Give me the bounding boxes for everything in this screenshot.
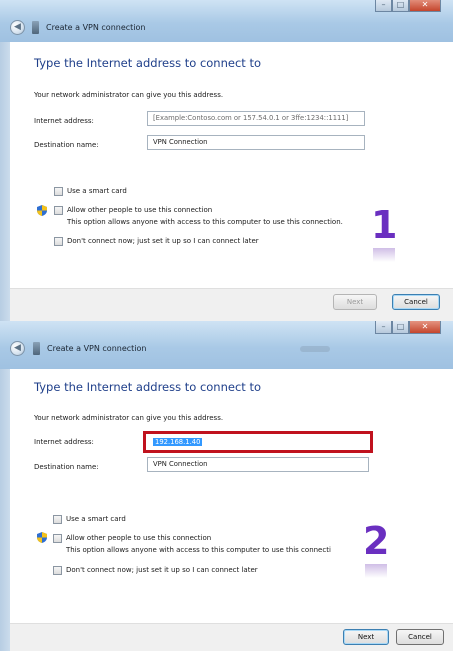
uac-shield-icon <box>37 205 47 216</box>
next-button[interactable]: Next <box>333 294 377 310</box>
step-number-2: 2 <box>363 519 390 563</box>
uac-shield-icon <box>37 532 47 543</box>
internet-address-input[interactable]: 192.168.1.40 <box>147 435 369 449</box>
maximize-button[interactable]: □ <box>392 0 409 12</box>
window-title: Create a VPN connection <box>47 344 147 353</box>
smart-card-label[interactable]: Use a smart card <box>66 515 126 523</box>
destination-name-input[interactable]: VPN Connection <box>147 457 369 472</box>
wizard-content: Type the Internet address to connect to … <box>10 369 453 623</box>
smart-card-label[interactable]: Use a smart card <box>67 187 127 195</box>
page-heading: Type the Internet address to connect to <box>34 56 261 70</box>
cancel-button[interactable]: Cancel <box>396 629 444 645</box>
window-caption-buttons: – □ ✕ <box>375 321 441 334</box>
close-button[interactable]: ✕ <box>409 321 441 334</box>
title-bar: – □ ✕ ◀ Create a VPN connection <box>0 0 453 42</box>
allow-others-label[interactable]: Allow other people to use this connectio… <box>66 534 211 542</box>
back-arrow-icon[interactable]: ◀ <box>10 20 25 35</box>
vpn-wizard-window-step-1: – □ ✕ ◀ Create a VPN connection Type the… <box>0 0 453 321</box>
vpn-wizard-window-step-2: – □ ✕ ◀ Create a VPN connection Type the… <box>0 321 453 651</box>
wizard-footer: Next Cancel <box>10 288 453 321</box>
dont-connect-checkbox[interactable] <box>53 566 62 575</box>
allow-others-description: This option allows anyone with access to… <box>66 546 331 554</box>
smart-card-checkbox[interactable] <box>54 187 63 196</box>
internet-address-label: Internet address: <box>34 438 94 446</box>
internet-address-label: Internet address: <box>34 117 94 125</box>
allow-others-checkbox[interactable] <box>54 206 63 215</box>
minimize-button[interactable]: – <box>375 0 392 12</box>
blurred-search-box <box>300 346 330 352</box>
title-bar: – □ ✕ ◀ Create a VPN connection <box>0 321 453 369</box>
destination-name-input[interactable]: VPN Connection <box>147 135 365 150</box>
vpn-wizard-icon <box>32 21 39 34</box>
next-button[interactable]: Next <box>343 629 389 645</box>
dont-connect-label[interactable]: Don't connect now; just set it up so I c… <box>67 237 259 245</box>
info-text: Your network administrator can give you … <box>34 414 224 422</box>
back-arrow-icon[interactable]: ◀ <box>10 341 25 356</box>
page-heading: Type the Internet address to connect to <box>34 380 261 394</box>
step-number-1: 1 <box>371 203 398 247</box>
window-caption-buttons: – □ ✕ <box>375 0 441 12</box>
info-text: Your network administrator can give you … <box>34 91 224 99</box>
window-title: Create a VPN connection <box>46 23 146 32</box>
internet-address-input[interactable]: [Example:Contoso.com or 157.54.0.1 or 3f… <box>147 111 365 126</box>
minimize-button[interactable]: – <box>375 321 392 334</box>
allow-others-label[interactable]: Allow other people to use this connectio… <box>67 206 212 214</box>
step-number-reflection <box>373 248 395 262</box>
allow-others-checkbox[interactable] <box>53 534 62 543</box>
vpn-wizard-icon <box>33 342 40 355</box>
allow-others-description: This option allows anyone with access to… <box>67 218 343 226</box>
selected-address-text: 192.168.1.40 <box>153 438 203 446</box>
window-border <box>0 42 10 321</box>
dont-connect-checkbox[interactable] <box>54 237 63 246</box>
close-button[interactable]: ✕ <box>409 0 441 12</box>
dont-connect-label[interactable]: Don't connect now; just set it up so I c… <box>66 566 258 574</box>
step-number-reflection <box>365 564 387 578</box>
wizard-content: Type the Internet address to connect to … <box>10 42 453 288</box>
cancel-button[interactable]: Cancel <box>392 294 440 310</box>
destination-name-label: Destination name: <box>34 463 99 471</box>
maximize-button[interactable]: □ <box>392 321 409 334</box>
wizard-footer: Next Cancel <box>10 623 453 651</box>
destination-name-label: Destination name: <box>34 141 99 149</box>
window-border <box>0 369 10 651</box>
smart-card-checkbox[interactable] <box>53 515 62 524</box>
